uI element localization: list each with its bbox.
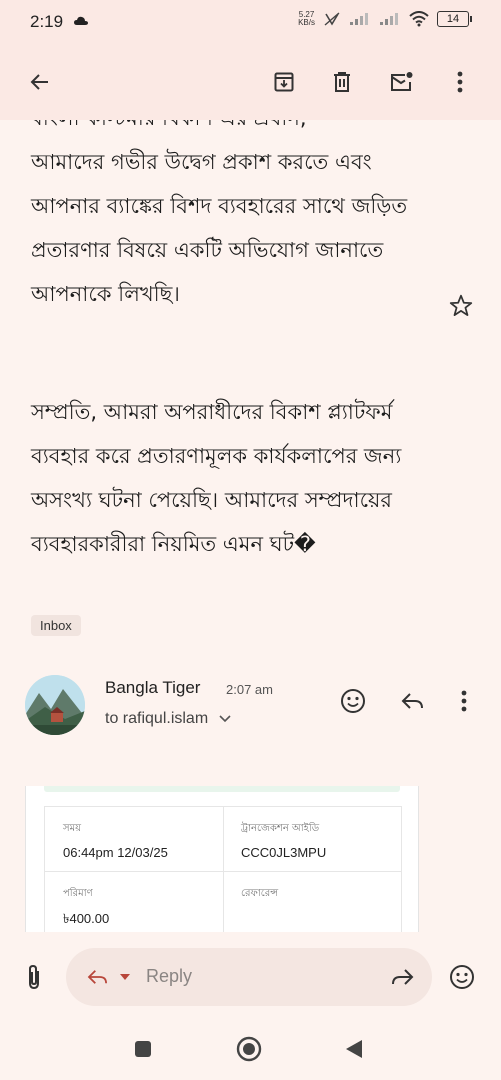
reply-emoji-button[interactable]: [442, 957, 482, 997]
wifi-icon: [409, 11, 429, 27]
receipt-time-value: 06:44pm 12/03/25: [63, 845, 168, 860]
signal-icon: [350, 13, 368, 25]
home-button[interactable]: [229, 1029, 269, 1069]
back-nav-button[interactable]: [334, 1029, 374, 1069]
sender-name[interactable]: Bangla Tiger: [105, 678, 200, 698]
receipt-amount-label: পরিমাণ: [63, 888, 93, 899]
email-body-paragraph-2: সম্প্রতি, আমরা অপরাধীদের বিকাশ প্ল্যাটফর…: [31, 400, 402, 556]
status-time: 2:19: [30, 12, 64, 31]
delete-button[interactable]: [322, 62, 362, 102]
reply-message-button[interactable]: [393, 681, 433, 721]
message-more-button[interactable]: [444, 681, 484, 721]
mark-unread-button[interactable]: [382, 62, 422, 102]
recipient-details-toggle[interactable]: to rafiqul.islam: [105, 710, 231, 728]
cloud-icon: [74, 16, 88, 25]
network-speed: 5.27 KB/s: [298, 11, 315, 27]
star-icon: [449, 294, 473, 316]
archive-button[interactable]: [264, 62, 304, 102]
arrow-back-icon: [30, 74, 48, 90]
sender-avatar[interactable]: [25, 675, 85, 735]
battery-icon: 14: [437, 11, 472, 27]
email-content[interactable]: বাংলা কাস্টমার বিকাশ এর প্রধান, আমাদের গ…: [0, 120, 501, 932]
volte-icon: [324, 12, 340, 26]
receipt-top-strip: [44, 786, 400, 792]
reply-placeholder: Reply: [146, 966, 193, 986]
system-navigation-bar: [0, 1018, 501, 1080]
receipt-table: সময় 06:44pm 12/03/25 ট্রানজেকশন আইডি CC…: [44, 806, 402, 932]
status-right: 5.27 KB/s 14: [298, 11, 472, 27]
inbox-label-chip[interactable]: Inbox: [31, 615, 81, 636]
emoji-icon: [450, 965, 474, 989]
email-body-paragraph-1: আমাদের গভীর উদ্বেগ প্রকাশ করতে এবং আপনার…: [31, 150, 408, 306]
mark-unread-icon: [391, 72, 413, 91]
top-app-bar: [0, 46, 501, 120]
signal-icon-2: [380, 13, 398, 25]
emoji-icon: [341, 689, 365, 713]
transaction-receipt: সময় 06:44pm 12/03/25 ট্রানজেকশন আইডি CC…: [25, 786, 419, 932]
add-reaction-button[interactable]: [333, 681, 373, 721]
receipt-reference-label: রেফারেন্স: [241, 888, 279, 899]
recipient-text: to rafiqul.islam: [105, 710, 209, 727]
star-button[interactable]: [448, 293, 474, 323]
caret-down-icon: [120, 974, 130, 980]
reply-icon: [87, 970, 107, 984]
recents-button[interactable]: [123, 1029, 163, 1069]
receipt-cell-amount: পরিমাণ ৳400.00: [45, 872, 224, 932]
receipt-cell-reference: রেফারেন্স: [223, 872, 401, 932]
landscape-avatar-image: [25, 675, 85, 735]
email-body-cut-line: বাংলা কাস্টমার বিকাশ এর প্রধান,: [31, 120, 307, 140]
square-icon: [135, 1041, 151, 1057]
more-vert-icon: [461, 690, 467, 712]
message-time: 2:07 am: [226, 682, 273, 697]
receipt-cell-txid: ট্রানজেকশন আইডি CCC0JL3MPU: [223, 807, 401, 872]
archive-icon: [274, 72, 294, 92]
chevron-down-icon: [219, 715, 231, 723]
more-options-button[interactable]: [440, 62, 480, 102]
back-button[interactable]: [20, 62, 60, 102]
network-speed-unit: KB/s: [298, 18, 315, 27]
receipt-txid-label: ট্রানজেকশন আইডি: [241, 823, 320, 834]
reply-input-bar[interactable]: Reply: [66, 948, 432, 1006]
attachment-icon: [29, 964, 39, 990]
attach-button[interactable]: [14, 957, 54, 997]
receipt-txid-value: CCC0JL3MPU: [241, 845, 327, 860]
reply-area: Reply: [0, 932, 501, 1018]
receipt-cell-time: সময় 06:44pm 12/03/25: [45, 807, 224, 872]
delete-icon: [334, 72, 350, 92]
forward-button[interactable]: [382, 957, 422, 997]
more-vert-icon: [457, 71, 463, 93]
forward-icon: [392, 969, 414, 985]
reply-type-dropdown[interactable]: [78, 957, 118, 997]
reply-icon: [401, 693, 423, 709]
triangle-back-icon: [346, 1040, 362, 1058]
status-bar: 2:19 5.27 KB/s 14: [0, 0, 501, 46]
circle-home-icon: [236, 1036, 262, 1062]
receipt-time-label: সময়: [63, 823, 82, 834]
receipt-amount-value: ৳400.00: [63, 911, 110, 926]
